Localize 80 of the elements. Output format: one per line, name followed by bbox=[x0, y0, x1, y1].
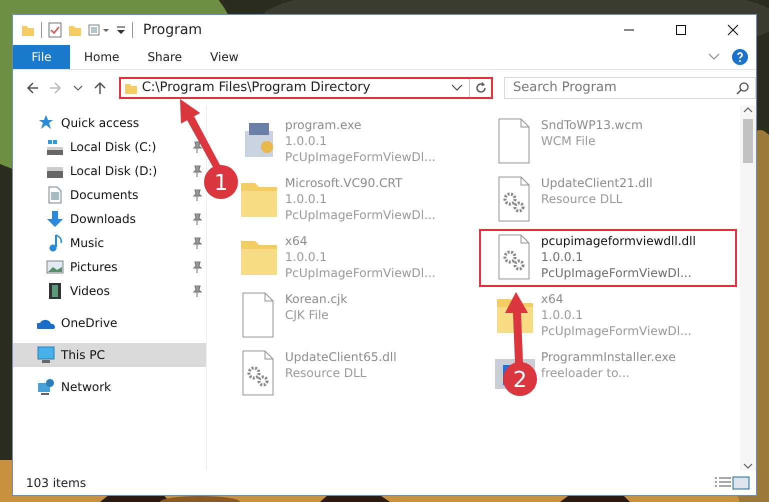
file-tile[interactable]: pcupimageformviewdll.dll 1.0.0.1 PcUpImageFormViewDl... bbox=[479, 229, 737, 287]
document-icon bbox=[46, 186, 64, 204]
annotation-arrow bbox=[180, 99, 220, 168]
close-icon bbox=[727, 24, 739, 36]
help-icon[interactable] bbox=[732, 49, 748, 65]
scroll-down-icon[interactable] bbox=[743, 461, 753, 471]
dropdown-icon[interactable] bbox=[116, 25, 126, 35]
network-icon bbox=[37, 378, 55, 396]
file-detail: WCM File bbox=[541, 133, 596, 149]
file-name: Microsoft.VC90.CRT bbox=[285, 175, 404, 191]
file-name: x64 bbox=[541, 291, 564, 307]
pin-icon[interactable] bbox=[192, 213, 202, 225]
star-icon bbox=[37, 114, 55, 132]
file-menu-button[interactable]: File bbox=[13, 45, 70, 69]
nav-item[interactable]: This PC bbox=[13, 343, 206, 367]
pin-icon[interactable] bbox=[192, 141, 202, 153]
search-icon[interactable] bbox=[736, 80, 750, 94]
file-detail: freeloader to... bbox=[541, 365, 631, 381]
step-badge: 1 bbox=[204, 165, 238, 199]
file-name: UpdateClient65.dll bbox=[285, 349, 397, 365]
address-bar[interactable]: C:\Program Files\Program Directory bbox=[118, 76, 493, 98]
nav-item[interactable]: Local Disk (D:) bbox=[13, 159, 206, 183]
caret-icon[interactable] bbox=[451, 84, 463, 92]
maximize-icon bbox=[675, 24, 687, 36]
file-detail: 1.0.0.1 bbox=[541, 307, 584, 323]
search-field[interactable]: Search Program bbox=[504, 76, 756, 98]
download-icon bbox=[46, 210, 64, 228]
pin-icon[interactable] bbox=[192, 285, 202, 297]
file-detail: 1.0.0.1 bbox=[541, 249, 584, 265]
file-name: SndToWP13.wcm bbox=[541, 117, 643, 133]
scroll-up-icon[interactable] bbox=[743, 105, 753, 115]
nav-item[interactable]: Local Disk (C:) bbox=[13, 135, 206, 159]
nav-item[interactable]: Documents bbox=[13, 183, 206, 207]
nav-item[interactable]: Network bbox=[13, 375, 118, 399]
pin-icon[interactable] bbox=[192, 261, 202, 273]
file-detail: PcUpImageFormViewDl... bbox=[285, 149, 436, 165]
pin-icon[interactable] bbox=[192, 237, 202, 249]
nav-item[interactable]: Videos bbox=[13, 279, 206, 303]
file-name: ProgrammInstaller.exe bbox=[541, 349, 676, 365]
window-title: Program bbox=[143, 22, 204, 38]
annotation-arrow bbox=[505, 292, 528, 363]
checklist-icon[interactable] bbox=[48, 22, 62, 38]
file-name: program.exe bbox=[285, 117, 362, 133]
file-detail: PcUpImageFormViewDl... bbox=[541, 323, 692, 339]
file-detail: 1.0.0.1 bbox=[285, 249, 328, 265]
file-detail: 1.0.0.1 bbox=[285, 191, 328, 207]
nav-item[interactable]: Music bbox=[13, 231, 206, 255]
file-detail: 1.0.0.1 bbox=[285, 133, 328, 149]
drive-icon bbox=[46, 138, 64, 156]
file-detail: PcUpImageFormViewDl... bbox=[285, 207, 436, 223]
tiles-view-icon[interactable] bbox=[732, 476, 750, 490]
file-detail: Resource DLL bbox=[285, 365, 368, 381]
step-badge: 2 bbox=[503, 362, 537, 396]
nav-item[interactable]: Pictures bbox=[13, 255, 206, 279]
file-name: pcupimageformviewdll.dll bbox=[541, 233, 696, 249]
file-detail: CJK File bbox=[285, 307, 330, 323]
pin-icon[interactable] bbox=[192, 165, 202, 177]
nav-item[interactable]: Downloads bbox=[13, 207, 206, 231]
item-count: 103 items bbox=[26, 476, 88, 490]
file-detail: PcUpImageFormViewDl... bbox=[541, 265, 693, 281]
file-name: Korean.cjk bbox=[285, 291, 348, 307]
file-name: UpdateClient21.dll bbox=[541, 175, 653, 191]
ribbon-tab[interactable]: Home bbox=[70, 45, 134, 69]
refresh-icon bbox=[474, 80, 488, 94]
forward-arrow-icon bbox=[48, 80, 64, 96]
file-detail: PcUpImageFormViewDl... bbox=[285, 265, 436, 281]
nav-item[interactable]: Quick access bbox=[13, 111, 146, 135]
up-arrow-icon bbox=[92, 80, 108, 96]
ribbon-tab[interactable]: Share bbox=[133, 45, 196, 69]
expand-ribbon-icon[interactable] bbox=[708, 53, 720, 61]
file-name: x64 bbox=[285, 233, 308, 249]
nav-item[interactable]: OneDrive bbox=[13, 311, 124, 335]
properties-icon[interactable] bbox=[88, 23, 110, 37]
film-icon bbox=[46, 282, 64, 300]
pin-icon[interactable] bbox=[192, 189, 202, 201]
file-detail: Resource DLL bbox=[541, 191, 624, 207]
scroll-thumb[interactable] bbox=[743, 119, 753, 163]
ribbon-tab[interactable]: View bbox=[196, 45, 253, 69]
monitor-icon bbox=[37, 346, 55, 364]
picture-icon bbox=[46, 258, 64, 276]
